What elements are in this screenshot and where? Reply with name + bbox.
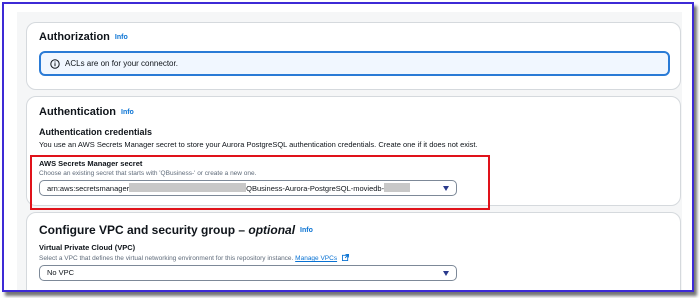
authentication-heading: Authentication Info bbox=[39, 106, 134, 118]
authentication-title: Authentication bbox=[39, 106, 116, 118]
vpc-select-value: No VPC bbox=[47, 268, 75, 277]
info-circle-icon bbox=[50, 59, 60, 69]
vpc-field-label: Virtual Private Cloud (VPC) bbox=[39, 243, 136, 252]
vpc-field-hint: Select a VPC that defines the virtual ne… bbox=[39, 255, 294, 262]
vpc-panel: Configure VPC and security group – optio… bbox=[26, 212, 681, 290]
authorization-title: Authorization bbox=[39, 31, 110, 43]
credentials-description: You use an AWS Secrets Manager secret to… bbox=[39, 140, 478, 149]
vpc-field-hint-row: Select a VPC that defines the virtual ne… bbox=[39, 254, 349, 262]
acl-alert: ACLs are on for your connector. bbox=[39, 51, 670, 76]
manage-vpcs-link[interactable]: Manage VPCs bbox=[295, 255, 337, 262]
vpc-title-optional: optional bbox=[248, 223, 296, 237]
authorization-info-link[interactable]: Info bbox=[115, 34, 128, 41]
authentication-info-link[interactable]: Info bbox=[121, 109, 134, 116]
acl-alert-text: ACLs are on for your connector. bbox=[65, 59, 178, 68]
authorization-panel: Authorization Info ACLs are on for your c… bbox=[26, 22, 681, 90]
vpc-heading: Configure VPC and security group – optio… bbox=[39, 223, 313, 237]
vpc-select[interactable]: No VPC bbox=[39, 265, 457, 281]
screenshot-frame: Authorization Info ACLs are on for your c… bbox=[2, 2, 694, 292]
secret-highlight-box bbox=[30, 155, 490, 210]
external-link-icon[interactable] bbox=[341, 254, 349, 261]
vpc-title: Configure VPC and security group – bbox=[39, 223, 249, 237]
caret-down-icon bbox=[443, 271, 449, 276]
vpc-info-link[interactable]: Info bbox=[300, 227, 313, 234]
authorization-heading: Authorization Info bbox=[39, 31, 128, 43]
credentials-subheading: Authentication credentials bbox=[39, 127, 153, 137]
